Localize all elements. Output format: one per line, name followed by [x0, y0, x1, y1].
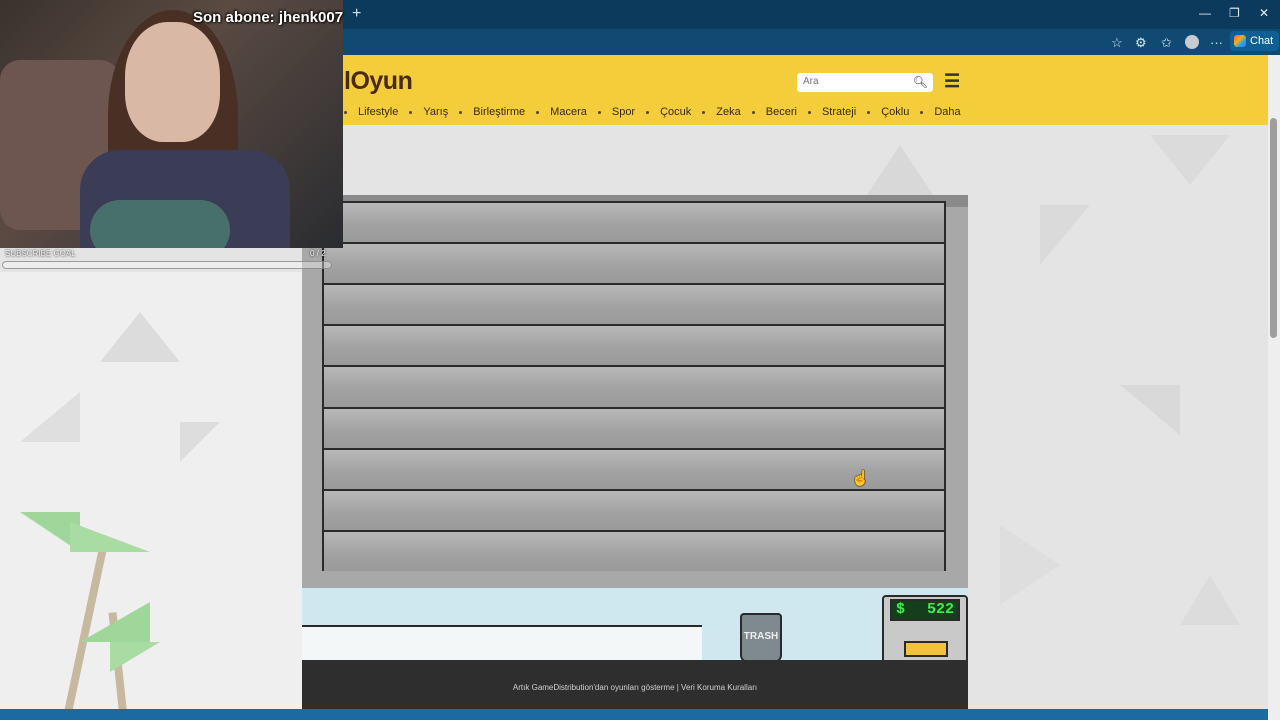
nav-item-label: Yarış [423, 106, 449, 118]
bottom-strip [0, 709, 1268, 720]
nav-separator-dot [751, 110, 755, 114]
search-box[interactable]: Ara 🔍︎ [797, 73, 933, 92]
nav-separator-dot [646, 110, 650, 114]
favorites-icon[interactable]: ✩ [1161, 35, 1172, 51]
shutter-slat [324, 488, 944, 530]
search-icon[interactable]: 🔍︎ [913, 75, 928, 89]
bg-triangle [1120, 385, 1180, 435]
money-value: 522 [926, 601, 954, 618]
close-window-button[interactable]: ✕ [1259, 6, 1269, 20]
shutter-slat [324, 529, 944, 571]
nav-item-11[interactable]: Daha [920, 105, 961, 119]
webcam-face [125, 22, 220, 142]
copilot-icon [1234, 35, 1246, 47]
webcam-blanket [90, 200, 230, 248]
more-icon[interactable]: ··· [1210, 35, 1223, 50]
bg-triangle [20, 392, 80, 442]
goal-count: 0 / 2 [310, 249, 326, 258]
trash-can[interactable]: TRASH [740, 613, 782, 660]
nav-item-5[interactable]: Spor [597, 105, 636, 119]
nav-item-label: Macera [550, 106, 587, 118]
extensions-icon[interactable]: ⚙ [1135, 35, 1147, 51]
nav-separator-dot [536, 110, 540, 114]
nav-item-7[interactable]: Zeka [702, 105, 741, 119]
site-logo[interactable]: lOyun [344, 67, 413, 96]
cash-register: $ 522 [882, 595, 968, 660]
webcam-feed [0, 0, 343, 248]
scrollbar-thumb[interactable] [1270, 118, 1277, 338]
nav-separator-dot [459, 110, 463, 114]
shutter-slat [324, 283, 944, 325]
bg-triangle [1150, 135, 1230, 185]
nav-item-8[interactable]: Beceri [751, 105, 797, 119]
favorite-star-icon[interactable]: ☆ [1111, 35, 1123, 51]
palm-frond [80, 602, 150, 642]
nav-item-2[interactable]: Yarış [409, 105, 448, 119]
footer-links[interactable]: Artık GameDistribution'dan oyunları göst… [302, 683, 968, 692]
goal-progress-track [2, 261, 332, 269]
nav-separator-dot [920, 110, 924, 114]
new-tab-button[interactable]: + [352, 5, 361, 23]
shutter-slat [324, 406, 944, 448]
nav-item-10[interactable]: Çoklu [867, 105, 909, 119]
bg-triangle [100, 312, 180, 362]
copilot-chat-button[interactable]: Chat [1230, 31, 1280, 51]
nav-item-label: Çoklu [881, 106, 910, 118]
stream-side-panel [0, 272, 302, 720]
nav-item-label: Lifestyle [358, 106, 399, 118]
menu-search-icon[interactable]: ☰ [944, 71, 960, 92]
nav-item-label: Spor [611, 106, 636, 118]
nav-separator-dot [344, 110, 347, 114]
shutter-slat [324, 242, 944, 284]
nav-item-label: Beceri [765, 106, 797, 118]
bg-triangle [180, 422, 220, 462]
nav-item-label: Birleştirme [473, 106, 526, 118]
palm-frond [70, 522, 150, 552]
palm-frond [110, 642, 160, 672]
shop-counter [302, 625, 702, 660]
goal-label: SUBSCRIBE GOAL [5, 249, 76, 258]
nav-item-label: Daha [934, 106, 961, 118]
nav-separator-dot [807, 110, 811, 114]
chat-button-label: Chat [1250, 35, 1274, 47]
bg-triangle [1180, 575, 1240, 625]
game-frame[interactable]: TRASH $ 522 ☝ [302, 195, 968, 660]
search-input[interactable]: Ara [803, 76, 819, 87]
profile-icon[interactable] [1185, 35, 1199, 49]
restore-button[interactable]: ❐ [1229, 6, 1240, 20]
shutter-slat [324, 324, 944, 366]
minimize-button[interactable]: — [1199, 6, 1211, 20]
shutter-slat [324, 365, 944, 407]
nav-item-label: Zeka [716, 106, 741, 118]
latest-subscriber-label: Son abone: jhenk007 [193, 9, 344, 26]
nav-item-4[interactable]: Macera [536, 105, 587, 119]
nav-item-3[interactable]: Birleştirme [459, 105, 525, 119]
subscribe-goal-bar: SUBSCRIBE GOAL 0 / 2 [2, 249, 332, 271]
hand-cursor-icon: ☝ [851, 470, 870, 487]
nav-separator-dot [409, 110, 413, 114]
nav-item-label: Strateji [821, 106, 857, 118]
bg-triangle [1040, 205, 1090, 265]
nav-separator-dot [702, 110, 706, 114]
bg-triangle [1000, 525, 1060, 605]
nav-item-1[interactable]: Lifestyle [344, 105, 398, 119]
category-nav: Lifestyle Yarış Birleştirme Macera Spor Çocuk… [344, 105, 972, 119]
nav-item-9[interactable]: Strateji [807, 105, 857, 119]
money-display: $ 522 [890, 599, 960, 621]
nav-separator-dot [597, 110, 601, 114]
nav-item-6[interactable]: Çocuk [646, 105, 691, 119]
register-keys [904, 641, 948, 657]
money-symbol: $ [896, 601, 906, 618]
nav-separator-dot [867, 110, 871, 114]
roller-shutter[interactable] [322, 201, 946, 571]
shutter-slat [324, 201, 944, 243]
nav-item-label: Çocuk [660, 106, 692, 118]
